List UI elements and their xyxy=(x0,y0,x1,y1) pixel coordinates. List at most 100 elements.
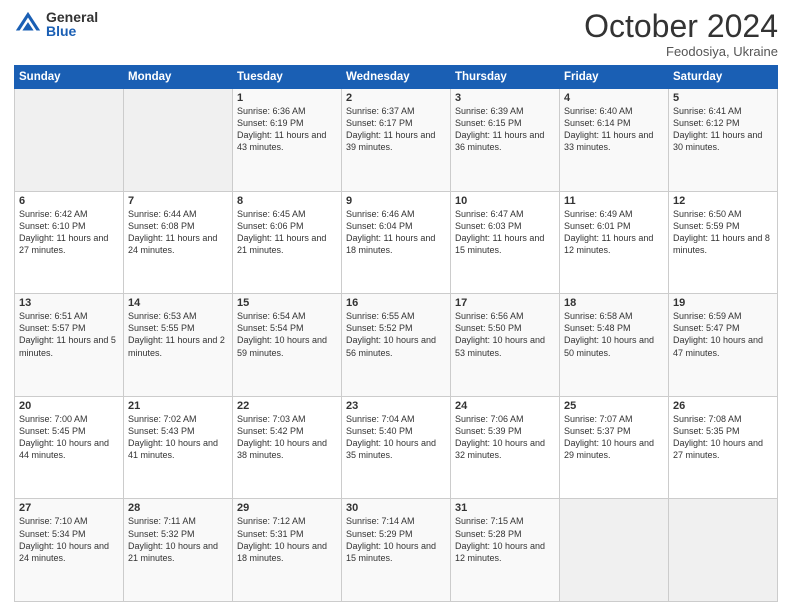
calendar-cell: 10Sunrise: 6:47 AMSunset: 6:03 PMDayligh… xyxy=(451,191,560,294)
day-number: 5 xyxy=(673,92,773,104)
day-info: Sunrise: 7:00 AMSunset: 5:45 PMDaylight:… xyxy=(19,413,119,462)
calendar-cell: 26Sunrise: 7:08 AMSunset: 5:35 PMDayligh… xyxy=(669,396,778,499)
day-info: Sunrise: 7:14 AMSunset: 5:29 PMDaylight:… xyxy=(346,515,446,564)
day-number: 12 xyxy=(673,195,773,207)
day-info: Sunrise: 7:10 AMSunset: 5:34 PMDaylight:… xyxy=(19,515,119,564)
calendar-cell: 15Sunrise: 6:54 AMSunset: 5:54 PMDayligh… xyxy=(233,294,342,397)
calendar-cell xyxy=(124,89,233,192)
calendar-cell: 8Sunrise: 6:45 AMSunset: 6:06 PMDaylight… xyxy=(233,191,342,294)
logo: General Blue xyxy=(14,10,98,38)
day-info: Sunrise: 7:03 AMSunset: 5:42 PMDaylight:… xyxy=(237,413,337,462)
location-subtitle: Feodosiya, Ukraine xyxy=(584,44,778,59)
calendar-cell: 20Sunrise: 7:00 AMSunset: 5:45 PMDayligh… xyxy=(15,396,124,499)
calendar-cell: 13Sunrise: 6:51 AMSunset: 5:57 PMDayligh… xyxy=(15,294,124,397)
day-header-thursday: Thursday xyxy=(451,66,560,89)
day-header-tuesday: Tuesday xyxy=(233,66,342,89)
calendar: SundayMondayTuesdayWednesdayThursdayFrid… xyxy=(14,65,778,602)
calendar-cell: 7Sunrise: 6:44 AMSunset: 6:08 PMDaylight… xyxy=(124,191,233,294)
day-number: 14 xyxy=(128,297,228,309)
day-info: Sunrise: 6:41 AMSunset: 6:12 PMDaylight:… xyxy=(673,105,773,154)
calendar-week-4: 20Sunrise: 7:00 AMSunset: 5:45 PMDayligh… xyxy=(15,396,778,499)
calendar-cell xyxy=(15,89,124,192)
day-info: Sunrise: 7:07 AMSunset: 5:37 PMDaylight:… xyxy=(564,413,664,462)
day-info: Sunrise: 7:04 AMSunset: 5:40 PMDaylight:… xyxy=(346,413,446,462)
calendar-cell: 12Sunrise: 6:50 AMSunset: 5:59 PMDayligh… xyxy=(669,191,778,294)
day-number: 20 xyxy=(19,400,119,412)
day-number: 8 xyxy=(237,195,337,207)
day-number: 11 xyxy=(564,195,664,207)
title-area: October 2024 Feodosiya, Ukraine xyxy=(584,10,778,59)
calendar-cell: 2Sunrise: 6:37 AMSunset: 6:17 PMDaylight… xyxy=(342,89,451,192)
day-info: Sunrise: 6:46 AMSunset: 6:04 PMDaylight:… xyxy=(346,208,446,257)
calendar-cell: 24Sunrise: 7:06 AMSunset: 5:39 PMDayligh… xyxy=(451,396,560,499)
logo-text: General Blue xyxy=(46,10,98,38)
logo-general-text: General xyxy=(46,10,98,24)
calendar-cell: 27Sunrise: 7:10 AMSunset: 5:34 PMDayligh… xyxy=(15,499,124,602)
day-number: 1 xyxy=(237,92,337,104)
calendar-week-5: 27Sunrise: 7:10 AMSunset: 5:34 PMDayligh… xyxy=(15,499,778,602)
day-number: 7 xyxy=(128,195,228,207)
calendar-cell: 29Sunrise: 7:12 AMSunset: 5:31 PMDayligh… xyxy=(233,499,342,602)
calendar-cell: 3Sunrise: 6:39 AMSunset: 6:15 PMDaylight… xyxy=(451,89,560,192)
day-info: Sunrise: 6:51 AMSunset: 5:57 PMDaylight:… xyxy=(19,310,119,359)
calendar-cell: 22Sunrise: 7:03 AMSunset: 5:42 PMDayligh… xyxy=(233,396,342,499)
day-info: Sunrise: 6:39 AMSunset: 6:15 PMDaylight:… xyxy=(455,105,555,154)
calendar-cell: 17Sunrise: 6:56 AMSunset: 5:50 PMDayligh… xyxy=(451,294,560,397)
calendar-cell: 21Sunrise: 7:02 AMSunset: 5:43 PMDayligh… xyxy=(124,396,233,499)
day-number: 15 xyxy=(237,297,337,309)
day-number: 21 xyxy=(128,400,228,412)
day-number: 23 xyxy=(346,400,446,412)
header: General Blue October 2024 Feodosiya, Ukr… xyxy=(14,10,778,59)
day-number: 19 xyxy=(673,297,773,309)
day-info: Sunrise: 6:50 AMSunset: 5:59 PMDaylight:… xyxy=(673,208,773,257)
calendar-week-3: 13Sunrise: 6:51 AMSunset: 5:57 PMDayligh… xyxy=(15,294,778,397)
calendar-cell: 31Sunrise: 7:15 AMSunset: 5:28 PMDayligh… xyxy=(451,499,560,602)
day-info: Sunrise: 7:08 AMSunset: 5:35 PMDaylight:… xyxy=(673,413,773,462)
day-number: 4 xyxy=(564,92,664,104)
day-number: 16 xyxy=(346,297,446,309)
day-header-sunday: Sunday xyxy=(15,66,124,89)
day-number: 24 xyxy=(455,400,555,412)
calendar-cell: 6Sunrise: 6:42 AMSunset: 6:10 PMDaylight… xyxy=(15,191,124,294)
day-header-saturday: Saturday xyxy=(669,66,778,89)
calendar-cell xyxy=(560,499,669,602)
calendar-cell: 19Sunrise: 6:59 AMSunset: 5:47 PMDayligh… xyxy=(669,294,778,397)
day-number: 30 xyxy=(346,502,446,514)
days-header-row: SundayMondayTuesdayWednesdayThursdayFrid… xyxy=(15,66,778,89)
day-info: Sunrise: 7:02 AMSunset: 5:43 PMDaylight:… xyxy=(128,413,228,462)
calendar-cell: 9Sunrise: 6:46 AMSunset: 6:04 PMDaylight… xyxy=(342,191,451,294)
calendar-cell: 4Sunrise: 6:40 AMSunset: 6:14 PMDaylight… xyxy=(560,89,669,192)
day-number: 18 xyxy=(564,297,664,309)
day-number: 27 xyxy=(19,502,119,514)
calendar-cell: 11Sunrise: 6:49 AMSunset: 6:01 PMDayligh… xyxy=(560,191,669,294)
day-number: 25 xyxy=(564,400,664,412)
day-number: 2 xyxy=(346,92,446,104)
day-info: Sunrise: 7:12 AMSunset: 5:31 PMDaylight:… xyxy=(237,515,337,564)
day-info: Sunrise: 6:54 AMSunset: 5:54 PMDaylight:… xyxy=(237,310,337,359)
day-number: 9 xyxy=(346,195,446,207)
day-number: 22 xyxy=(237,400,337,412)
month-title: October 2024 xyxy=(584,10,778,42)
calendar-week-2: 6Sunrise: 6:42 AMSunset: 6:10 PMDaylight… xyxy=(15,191,778,294)
day-info: Sunrise: 6:36 AMSunset: 6:19 PMDaylight:… xyxy=(237,105,337,154)
day-info: Sunrise: 6:49 AMSunset: 6:01 PMDaylight:… xyxy=(564,208,664,257)
day-info: Sunrise: 6:55 AMSunset: 5:52 PMDaylight:… xyxy=(346,310,446,359)
calendar-cell: 14Sunrise: 6:53 AMSunset: 5:55 PMDayligh… xyxy=(124,294,233,397)
day-number: 17 xyxy=(455,297,555,309)
calendar-cell: 18Sunrise: 6:58 AMSunset: 5:48 PMDayligh… xyxy=(560,294,669,397)
calendar-cell: 23Sunrise: 7:04 AMSunset: 5:40 PMDayligh… xyxy=(342,396,451,499)
day-number: 3 xyxy=(455,92,555,104)
calendar-cell: 5Sunrise: 6:41 AMSunset: 6:12 PMDaylight… xyxy=(669,89,778,192)
day-header-wednesday: Wednesday xyxy=(342,66,451,89)
day-info: Sunrise: 6:42 AMSunset: 6:10 PMDaylight:… xyxy=(19,208,119,257)
calendar-week-1: 1Sunrise: 6:36 AMSunset: 6:19 PMDaylight… xyxy=(15,89,778,192)
day-number: 31 xyxy=(455,502,555,514)
day-info: Sunrise: 6:59 AMSunset: 5:47 PMDaylight:… xyxy=(673,310,773,359)
day-info: Sunrise: 6:58 AMSunset: 5:48 PMDaylight:… xyxy=(564,310,664,359)
calendar-cell xyxy=(669,499,778,602)
calendar-body: 1Sunrise: 6:36 AMSunset: 6:19 PMDaylight… xyxy=(15,89,778,602)
day-info: Sunrise: 6:53 AMSunset: 5:55 PMDaylight:… xyxy=(128,310,228,359)
day-header-monday: Monday xyxy=(124,66,233,89)
day-info: Sunrise: 6:45 AMSunset: 6:06 PMDaylight:… xyxy=(237,208,337,257)
calendar-cell: 25Sunrise: 7:07 AMSunset: 5:37 PMDayligh… xyxy=(560,396,669,499)
